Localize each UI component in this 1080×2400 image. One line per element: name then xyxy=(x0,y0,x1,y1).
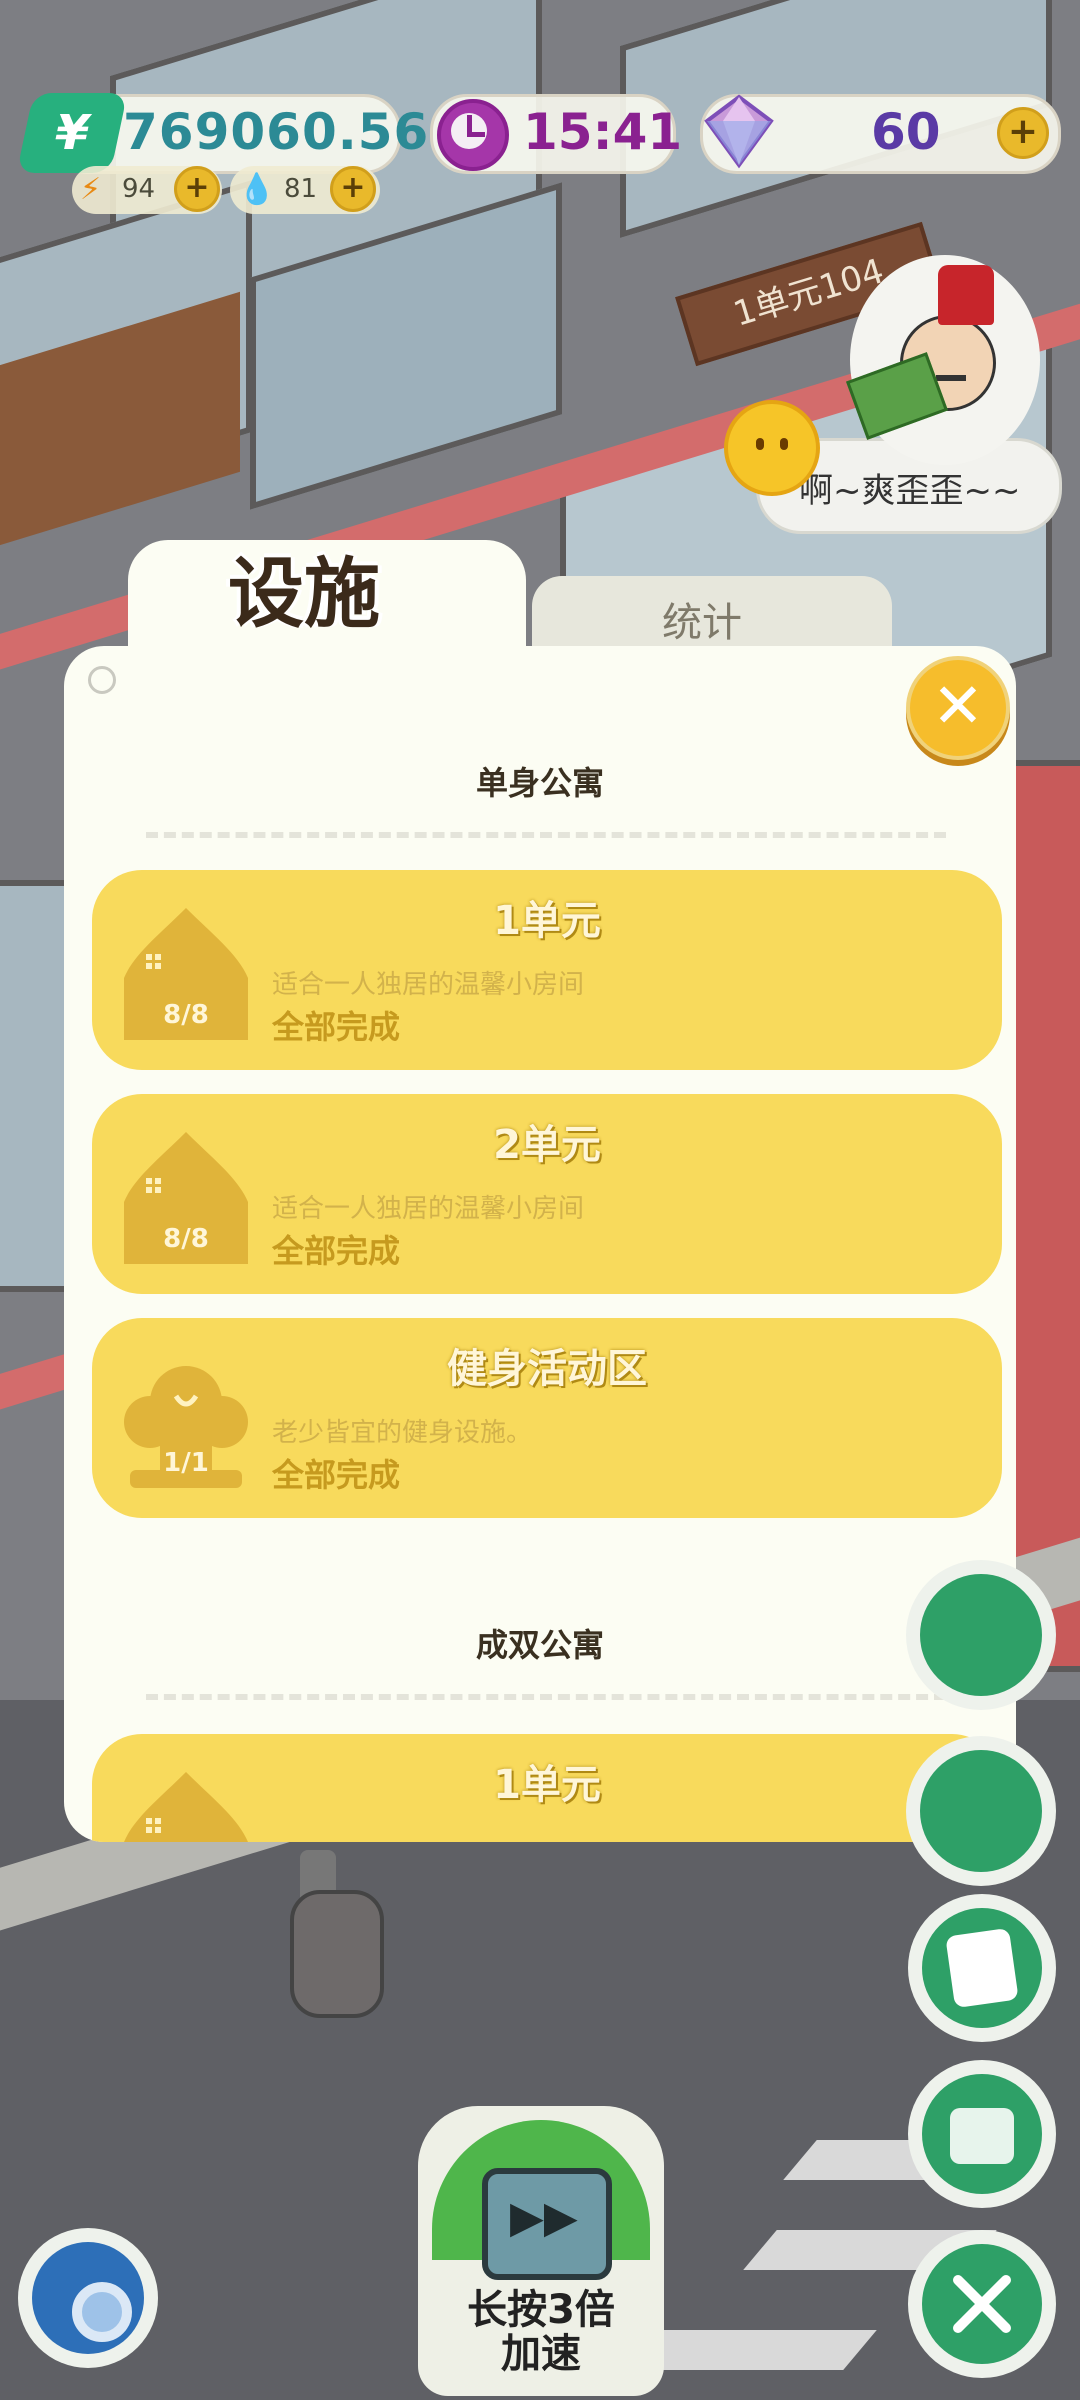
character-mustache xyxy=(936,375,966,381)
speed-label-line1: 长按3倍 xyxy=(467,2287,615,2333)
water-display: 💧 81 + xyxy=(230,166,380,214)
close-icon: ✕ xyxy=(932,669,984,742)
settings-button[interactable] xyxy=(18,2228,158,2368)
facility-card[interactable]: 8/8 2单元 适合一人独居的温馨小房间 全部完成 xyxy=(92,1094,1002,1294)
section-divider xyxy=(146,832,946,838)
gift-button[interactable] xyxy=(908,2060,1056,2208)
facility-description: 适合一人独居的温馨小房间 xyxy=(272,1194,585,1224)
add-water-button[interactable]: + xyxy=(330,166,376,212)
facility-card[interactable]: 1/1 健身活动区 老少皆宜的健身设施。 全部完成 xyxy=(92,1318,1002,1518)
facility-description: 适合一人独居的温馨小房间 xyxy=(272,970,585,1000)
side-button-face xyxy=(920,1750,1042,1872)
section-divider xyxy=(146,1694,946,1700)
progress-count: 8/8 xyxy=(163,1000,209,1030)
gear-icon xyxy=(72,2282,132,2342)
clock-value: 15:41 xyxy=(523,103,683,161)
wrench-hammer-icon xyxy=(953,2275,1011,2333)
tools-button[interactable] xyxy=(908,2230,1056,2378)
progress-count: 8/8 xyxy=(163,1224,209,1254)
facility-description: 老少皆宜的健身设施。 xyxy=(272,1418,533,1448)
character-hat xyxy=(938,265,994,325)
facility-status: 全部完成 xyxy=(272,1456,401,1494)
facility-status: 全部完成 xyxy=(272,1008,401,1046)
gem-value: 60 xyxy=(871,103,941,161)
side-menu-button[interactable] xyxy=(906,1736,1056,1886)
tab-statistics-label: 统计 xyxy=(662,600,742,646)
facilities-panel[interactable]: 单身公寓 8/8 1单元 适合一人独居的温馨小房间 全部完成 8/8 2单元 适… xyxy=(64,646,1016,1842)
facility-title: 1单元 xyxy=(493,1762,601,1808)
notepad-icon xyxy=(945,1927,1019,2009)
water-value: 81 xyxy=(284,174,318,204)
happy-face-icon xyxy=(724,400,820,496)
energy-display: ⚡ 94 + xyxy=(72,166,222,214)
side-button-face xyxy=(922,1908,1042,2028)
panel-corner-icon xyxy=(88,666,116,694)
room-right-edge xyxy=(1010,760,1080,1672)
water-drop-icon: 💧 xyxy=(238,172,276,207)
task-list-button[interactable] xyxy=(908,1894,1056,2042)
speed-label-line2: 加速 xyxy=(501,2331,581,2377)
money-value: 769060.56 xyxy=(123,103,430,161)
speed-up-button[interactable]: 长按3倍 加速 xyxy=(418,2106,664,2396)
facility-title: 2单元 xyxy=(493,1122,601,1168)
gem-display: 60 + xyxy=(700,94,1061,174)
settings-button-face xyxy=(32,2242,144,2354)
facility-card[interactable]: 8/8 1单元 适合一人独居的温馨小房间 全部完成 xyxy=(92,870,1002,1070)
speech-text: 啊~爽歪歪~~ xyxy=(799,471,1021,511)
side-button-face xyxy=(922,2244,1042,2364)
facility-status: 全部完成 xyxy=(272,1232,401,1270)
facility-title: 健身活动区 xyxy=(447,1346,647,1392)
section-title-single: 单身公寓 xyxy=(475,764,604,802)
tab-facilities-label: 设施 xyxy=(228,549,380,638)
clock-icon-hand xyxy=(467,132,485,137)
facility-title: 1单元 xyxy=(493,898,601,944)
add-energy-button[interactable]: + xyxy=(174,166,220,212)
clock-display: 15:41 xyxy=(430,94,682,174)
tab-statistics[interactable]: 统计 xyxy=(532,576,892,656)
diamond-icon xyxy=(704,94,774,169)
lightning-icon: ⚡ xyxy=(80,172,102,207)
add-gems-button[interactable]: + xyxy=(997,107,1049,159)
progress-count: 1/1 xyxy=(163,1448,209,1478)
money-display: ¥ 769060.56 xyxy=(16,93,428,174)
money-icon: ¥ xyxy=(16,93,128,173)
energy-value: 94 xyxy=(122,174,156,204)
side-menu-button[interactable] xyxy=(906,1560,1056,1710)
section-title-couple: 成双公寓 xyxy=(475,1626,604,1664)
side-button-face xyxy=(922,2074,1042,2194)
side-button-face xyxy=(920,1574,1042,1696)
lamp-base xyxy=(290,1890,384,2018)
gift-icon xyxy=(950,2108,1014,2164)
facility-card[interactable]: 1单元 xyxy=(92,1734,1002,1842)
fast-forward-tv-icon xyxy=(482,2168,612,2280)
landlord-character[interactable] xyxy=(845,255,1040,465)
close-button[interactable]: ✕ xyxy=(906,656,1010,760)
